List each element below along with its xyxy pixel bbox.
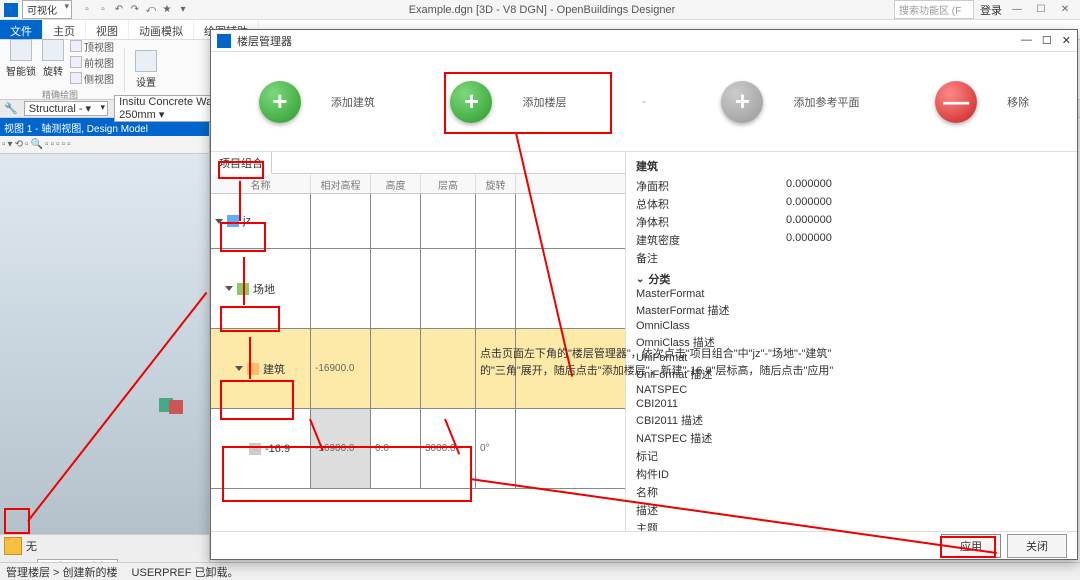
plus-icon: +: [450, 81, 492, 123]
view-tool-icon[interactable]: ▫: [2, 139, 6, 150]
prop-row[interactable]: MasterFormat 描述: [636, 301, 1067, 319]
props-header: 建筑: [636, 158, 1067, 174]
dialog-minimize[interactable]: —: [1021, 34, 1032, 47]
minimize-button[interactable]: —: [1008, 4, 1026, 15]
prop-row[interactable]: NATSPEC: [636, 383, 1067, 397]
remove-button[interactable]: — 移除: [935, 81, 1029, 123]
add-refplane-button[interactable]: + 添加参考平面: [721, 81, 859, 123]
ribbon-topview[interactable]: 顶视图: [70, 39, 114, 54]
prop-row[interactable]: 构件ID: [636, 465, 1067, 483]
prop-row[interactable]: MasterFormat: [636, 287, 1067, 301]
add-building-button[interactable]: + 添加建筑: [259, 81, 375, 123]
ribbon-frontview[interactable]: 前视图: [70, 55, 114, 70]
status-bar: 管理楼层 > 创建新的楼 USERPREF 已卸载。: [0, 562, 1080, 580]
prop-row[interactable]: NATSPEC 描述: [636, 429, 1067, 447]
floor-manager-icon[interactable]: [4, 537, 22, 555]
view-tool-icon[interactable]: ▫: [67, 139, 71, 150]
ribbon-group-label: 精确绘图: [42, 88, 78, 101]
viewport[interactable]: [0, 154, 209, 534]
prop-row[interactable]: UniFormat: [636, 351, 1067, 365]
ribbon-search[interactable]: 搜索功能区 (F: [894, 0, 974, 19]
qa-icon[interactable]: ⤺: [144, 3, 158, 17]
dialog-title: 楼层管理器: [237, 33, 292, 49]
tab-project-combo[interactable]: 项目组合: [211, 152, 272, 174]
view-tool-icon[interactable]: ▫: [56, 139, 60, 150]
plus-icon: +: [721, 81, 763, 123]
tree-node-floor[interactable]: -16.9 -16900.0 0.0 3000.0 0°: [211, 409, 625, 489]
view-cube[interactable]: [159, 398, 189, 414]
close-button[interactable]: 关闭: [1007, 534, 1067, 558]
title-bar: 可视化 ▫ ▫ ↶ ↷ ⤺ ★ ▾ Example.dgn [3D - V8 D…: [0, 0, 1080, 20]
ribbon-settings[interactable]: 设置: [135, 50, 157, 89]
close-button[interactable]: ✕: [1056, 4, 1074, 15]
qa-icon[interactable]: ▾: [176, 3, 190, 17]
login-link[interactable]: 登录: [980, 2, 1002, 18]
dialog-titlebar[interactable]: 楼层管理器 — ☐ ✕: [211, 30, 1077, 52]
prop-row[interactable]: UniFormat 描述: [636, 365, 1067, 383]
expand-icon[interactable]: [215, 219, 223, 224]
prop-row[interactable]: CBI2011 描述: [636, 411, 1067, 429]
dialog-toolbar: + 添加建筑 + 添加楼层 - + 添加参考平面 — 移除: [211, 52, 1077, 152]
prop-row[interactable]: CBI2011: [636, 397, 1067, 411]
view-toolbar: ▫▾ ⟲▫ 🔍▫ ▫▫ ▫▫: [0, 136, 209, 154]
quick-access-toolbar: ▫ ▫ ↶ ↷ ⤺ ★ ▾: [80, 3, 190, 17]
floor-manager-dialog: 楼层管理器 — ☐ ✕ + 添加建筑 + 添加楼层 - + 添加参考平面 — 移…: [210, 29, 1078, 560]
wrench-icon: 🔧: [4, 102, 18, 115]
ribbon-sideview[interactable]: 侧视图: [70, 71, 114, 86]
add-floor-button[interactable]: + 添加楼层: [450, 81, 566, 123]
dialog-close[interactable]: ✕: [1062, 34, 1071, 47]
expand-icon[interactable]: [235, 366, 243, 371]
expand-icon[interactable]: [225, 286, 233, 291]
prop-row[interactable]: OmniClass 描述: [636, 333, 1067, 351]
tab-animate[interactable]: 动画模拟: [129, 20, 194, 39]
minus-icon: —: [935, 81, 977, 123]
props-group-category[interactable]: 分类: [636, 271, 1067, 287]
qa-icon[interactable]: ▫: [80, 3, 94, 17]
tree-node-building[interactable]: 建筑 -16900.0: [211, 329, 625, 409]
dialog-maximize[interactable]: ☐: [1042, 34, 1052, 47]
workspace-dropdown[interactable]: 可视化: [22, 0, 72, 19]
app-icon: [4, 3, 18, 17]
tree-node-jz[interactable]: jz: [211, 194, 625, 249]
qa-icon[interactable]: ↷: [128, 3, 142, 17]
prop-row[interactable]: 标记: [636, 447, 1067, 465]
discipline-dropdown[interactable]: Structural - ▾: [24, 101, 108, 116]
level-none[interactable]: 无: [26, 538, 37, 554]
view-tool-icon[interactable]: ▾: [8, 139, 13, 150]
status-crumb: 管理楼层 > 创建新的楼: [6, 564, 118, 580]
qa-icon[interactable]: ↶: [112, 3, 126, 17]
view-tool-icon[interactable]: ▫: [62, 139, 66, 150]
status-msg: USERPREF 已卸载。: [132, 564, 239, 580]
prop-row[interactable]: 主题: [636, 519, 1067, 531]
properties-pane: 建筑 净面积0.000000 总体积0.000000 净体积0.000000 建…: [626, 152, 1077, 531]
view-tool-icon[interactable]: 🔍: [31, 139, 43, 150]
view-tool-icon[interactable]: ▫: [51, 139, 55, 150]
ribbon-smartlock[interactable]: 智能锁: [6, 39, 36, 86]
qa-icon[interactable]: ▫: [96, 3, 110, 17]
tree-pane: 项目组合 名称 相对高程 高度 层高 旋转 jz 场地 建筑: [211, 152, 626, 531]
view-tool-icon[interactable]: ▫: [25, 139, 29, 150]
apply-button[interactable]: 应用: [941, 534, 1001, 558]
qa-icon[interactable]: ★: [160, 3, 174, 17]
prop-row[interactable]: 描述: [636, 501, 1067, 519]
view-tool-icon[interactable]: ⟲: [15, 139, 23, 150]
tree-node-site[interactable]: 场地: [211, 249, 625, 329]
prop-row[interactable]: 名称: [636, 483, 1067, 501]
tree-header: 名称 相对高程 高度 层高 旋转: [211, 174, 625, 194]
plus-icon: +: [259, 81, 301, 123]
dialog-icon: [217, 34, 231, 48]
prop-row[interactable]: OmniClass: [636, 319, 1067, 333]
ribbon-rotate[interactable]: 旋转: [42, 39, 64, 86]
maximize-button[interactable]: ☐: [1032, 4, 1050, 15]
dialog-footer: 应用 关闭: [211, 531, 1077, 559]
window-title: Example.dgn [3D - V8 DGN] - OpenBuilding…: [190, 4, 894, 16]
separator: -: [642, 96, 646, 108]
view-tool-icon[interactable]: ▫: [45, 139, 49, 150]
